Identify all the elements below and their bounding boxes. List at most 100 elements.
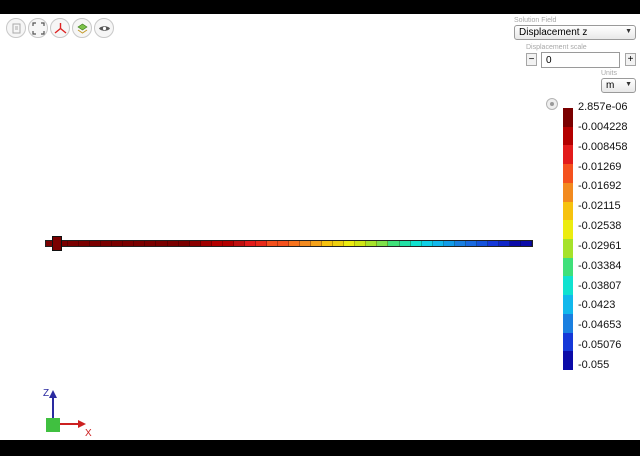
open-icon bbox=[12, 23, 20, 33]
z-axis-head bbox=[49, 390, 57, 398]
color-swatch bbox=[563, 313, 573, 333]
3d-viewport[interactable]: Solution Field Displacement z ▼ Displace… bbox=[0, 14, 640, 440]
mesh-element bbox=[156, 241, 168, 246]
displacement-scale-input[interactable] bbox=[541, 52, 620, 68]
axes-triad: Z X bbox=[40, 386, 100, 440]
mesh-element bbox=[178, 241, 190, 246]
mesh-element bbox=[399, 241, 411, 246]
mesh-element bbox=[90, 241, 102, 246]
eye-icon bbox=[98, 25, 110, 31]
beam-support bbox=[52, 236, 62, 251]
view-toolbar bbox=[6, 18, 114, 38]
color-scale-label: -0.02538 bbox=[578, 220, 622, 233]
z-axis-label: Z bbox=[43, 388, 50, 399]
mesh-element bbox=[145, 241, 157, 246]
color-swatch bbox=[563, 351, 573, 371]
color-swatch bbox=[563, 295, 573, 314]
mesh-element bbox=[222, 241, 234, 246]
color-scale-label: -0.03807 bbox=[578, 279, 622, 292]
scale-decrease-button[interactable]: − bbox=[526, 53, 537, 66]
mesh-element bbox=[266, 241, 278, 246]
mesh-element bbox=[410, 241, 422, 246]
layers-button[interactable] bbox=[72, 18, 92, 38]
chevron-down-icon: ▼ bbox=[625, 28, 632, 35]
color-swatch bbox=[563, 332, 573, 352]
color-swatch bbox=[563, 220, 573, 240]
mesh-element bbox=[388, 241, 400, 246]
x-axis-head bbox=[78, 420, 86, 428]
mesh-element bbox=[355, 241, 367, 246]
mesh-element bbox=[487, 241, 499, 246]
color-scale-labels: 2.857e-06 -0.004228 -0.008458 -0.01269 -0.01… bbox=[578, 101, 628, 371]
units-label: Units bbox=[601, 70, 617, 77]
color-swatch bbox=[563, 239, 573, 258]
mesh-element bbox=[498, 241, 510, 246]
mesh-element bbox=[465, 241, 477, 246]
color-scale-label: -0.02961 bbox=[578, 239, 622, 252]
mesh-element bbox=[476, 241, 488, 246]
mesh-element bbox=[289, 241, 301, 246]
color-scale-label: -0.008458 bbox=[578, 140, 628, 153]
mesh-element bbox=[521, 241, 533, 246]
mesh-element bbox=[79, 241, 91, 246]
mesh-element bbox=[377, 241, 389, 246]
mesh-element bbox=[244, 241, 256, 246]
axes-view-button[interactable] bbox=[50, 18, 70, 38]
mesh-element bbox=[200, 241, 212, 246]
mesh-element bbox=[344, 241, 356, 246]
mesh-element bbox=[432, 241, 444, 246]
color-scale-label: -0.004228 bbox=[578, 120, 628, 133]
color-scale-label: -0.01692 bbox=[578, 180, 622, 193]
mesh-element bbox=[333, 241, 345, 246]
mesh-element bbox=[255, 241, 267, 246]
mesh-element bbox=[454, 241, 466, 246]
beam-mesh[interactable] bbox=[45, 240, 533, 247]
units-select[interactable]: m ▼ bbox=[601, 78, 636, 93]
mesh-element bbox=[167, 241, 179, 246]
mesh-element bbox=[68, 241, 80, 246]
color-swatch bbox=[563, 164, 573, 183]
origin-cube bbox=[46, 418, 60, 432]
displacement-scale-label: Displacement scale bbox=[526, 44, 587, 51]
color-scale-label: -0.04653 bbox=[578, 319, 622, 332]
mesh-element bbox=[366, 241, 378, 246]
color-scale-label: -0.02115 bbox=[578, 200, 621, 213]
visibility-button[interactable] bbox=[94, 18, 114, 38]
mesh-element bbox=[300, 241, 312, 246]
layers-icon bbox=[76, 23, 88, 34]
color-scale-label: -0.05076 bbox=[578, 339, 622, 352]
color-swatch bbox=[563, 182, 573, 202]
color-swatch bbox=[563, 145, 573, 165]
mesh-element bbox=[277, 241, 290, 246]
color-swatch bbox=[563, 108, 573, 127]
fit-view-button[interactable] bbox=[28, 18, 48, 38]
mesh-element bbox=[211, 241, 223, 246]
mesh-element bbox=[134, 241, 146, 246]
color-swatch bbox=[563, 276, 573, 296]
solution-field-value: Displacement z bbox=[519, 27, 588, 38]
color-scale-label: -0.03384 bbox=[578, 259, 622, 272]
mesh-element bbox=[443, 241, 455, 246]
solution-field-label: Solution Field bbox=[514, 17, 557, 24]
legend-settings-button[interactable] bbox=[546, 98, 558, 110]
color-scale-bar bbox=[563, 108, 573, 371]
x-axis-label: X bbox=[85, 428, 92, 439]
fit-view-icon bbox=[31, 21, 45, 35]
color-scale-label: -0.0423 bbox=[578, 299, 616, 312]
mesh-element bbox=[233, 241, 245, 246]
mesh-element bbox=[112, 241, 124, 246]
mesh-element bbox=[421, 241, 433, 246]
scale-increase-button[interactable]: + bbox=[625, 53, 636, 66]
solution-field-select[interactable]: Displacement z ▼ bbox=[514, 25, 636, 40]
mesh-element bbox=[509, 241, 522, 246]
color-scale-label: -0.01269 bbox=[578, 160, 622, 173]
open-button[interactable] bbox=[6, 18, 26, 38]
mesh-element bbox=[311, 241, 323, 246]
color-swatch bbox=[563, 126, 573, 146]
chevron-down-icon: ▼ bbox=[625, 81, 632, 88]
axes-view-icon bbox=[54, 22, 66, 34]
color-swatch bbox=[563, 201, 573, 221]
color-swatch bbox=[563, 257, 573, 277]
color-scale-label: -0.055 bbox=[578, 358, 610, 371]
bottom-border bbox=[0, 440, 640, 456]
